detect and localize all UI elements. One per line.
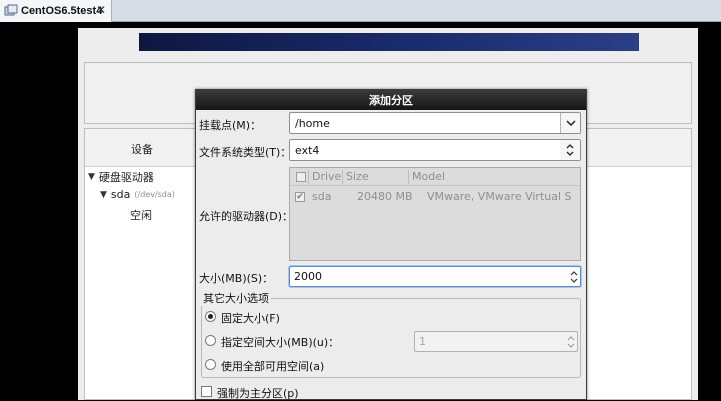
radio-fill-to-label[interactable]: 指定空间大小(MB)(u)： [221, 334, 339, 350]
vm-tab[interactable]: CentOS6.5test4 ✕ [0, 0, 112, 22]
tree-sda-path: (/dev/sda) [134, 190, 175, 199]
allowed-drives-label: 允许的驱动器(D)： [199, 210, 294, 223]
radio-fill-all[interactable] [205, 359, 216, 370]
stepper-arrows-icon [566, 332, 576, 351]
expand-triangle-icon[interactable]: ▼ [88, 172, 95, 182]
tree-label-sda: sda [110, 188, 131, 201]
size-value[interactable]: 2000 [294, 270, 322, 283]
chevron-down-icon[interactable] [560, 113, 580, 133]
size-stepper[interactable]: 2000 [289, 266, 581, 287]
fill-to-stepper[interactable]: 1 [414, 331, 578, 352]
force-primary-label[interactable]: 强制为主分区(p) [217, 385, 299, 401]
vm-icon [4, 4, 18, 16]
tree-label-free: 空闲 [130, 209, 152, 222]
mount-point-combo[interactable]: /home [289, 112, 581, 134]
dialog-title: 添加分区 [369, 94, 413, 107]
radio-fixed-size[interactable] [205, 311, 216, 322]
drive-list-header: Drive Size Model [290, 168, 580, 186]
fs-type-value: ext4 [295, 143, 320, 157]
radio-fixed-size-label[interactable]: 固定大小(F) [221, 310, 280, 326]
dialog-titlebar[interactable]: 添加分区 [196, 90, 586, 110]
radio-fill-to[interactable] [205, 335, 216, 346]
vm-tab-label: CentOS6.5test4 [21, 5, 103, 17]
mount-point-label: 挂载点(M)： [199, 119, 262, 132]
force-primary-checkbox[interactable] [201, 386, 212, 397]
radio-fill-all-label[interactable]: 使用全部可用空间(a) [221, 358, 324, 374]
drive-name: sda [312, 190, 332, 203]
column-model[interactable]: Model [412, 170, 445, 183]
tree-label-hard-drives: 硬盘驱动器 [98, 171, 154, 184]
drive-row-sda[interactable]: ✔ sda 20480 MB VMware, VMware Virtual S [290, 188, 580, 206]
drive-list[interactable]: Drive Size Model ✔ sda 20480 MB VMware, … [289, 167, 581, 261]
tree-hard-drives[interactable]: ▼ 硬盘驱动器 [88, 169, 154, 185]
column-device[interactable]: 设备 [131, 141, 153, 157]
column-drive[interactable]: Drive [312, 170, 341, 183]
drive-size: 20480 MB [357, 190, 413, 203]
drive-model: VMware, VMware Virtual S [427, 190, 572, 203]
add-partition-dialog: 添加分区 挂载点(M)： /home 文件系统类型(T)： ext4 允许的驱动… [195, 89, 587, 400]
fill-to-value: 1 [419, 335, 426, 348]
tree-free-space[interactable]: 空闲 [130, 207, 152, 223]
fs-type-select[interactable]: ext4 [289, 139, 581, 161]
column-size[interactable]: Size [346, 170, 369, 183]
size-label: 大小(MB)(S)： [199, 272, 274, 285]
fs-type-label: 文件系统类型(T)： [199, 146, 292, 159]
installer-banner [139, 33, 639, 51]
expand-triangle-icon[interactable]: ▼ [100, 190, 107, 200]
other-size-legend: 其它大小选项 [201, 290, 271, 306]
vm-tab-bar: CentOS6.5test4 ✕ [0, 0, 721, 22]
mount-point-value[interactable]: /home [290, 117, 560, 130]
stepper-arrows-icon[interactable] [569, 267, 579, 286]
updown-chevron-icon[interactable] [560, 140, 580, 160]
tree-sda[interactable]: ▼ sda (/dev/sda) [100, 188, 175, 201]
close-tab-icon[interactable]: ✕ [96, 3, 106, 17]
